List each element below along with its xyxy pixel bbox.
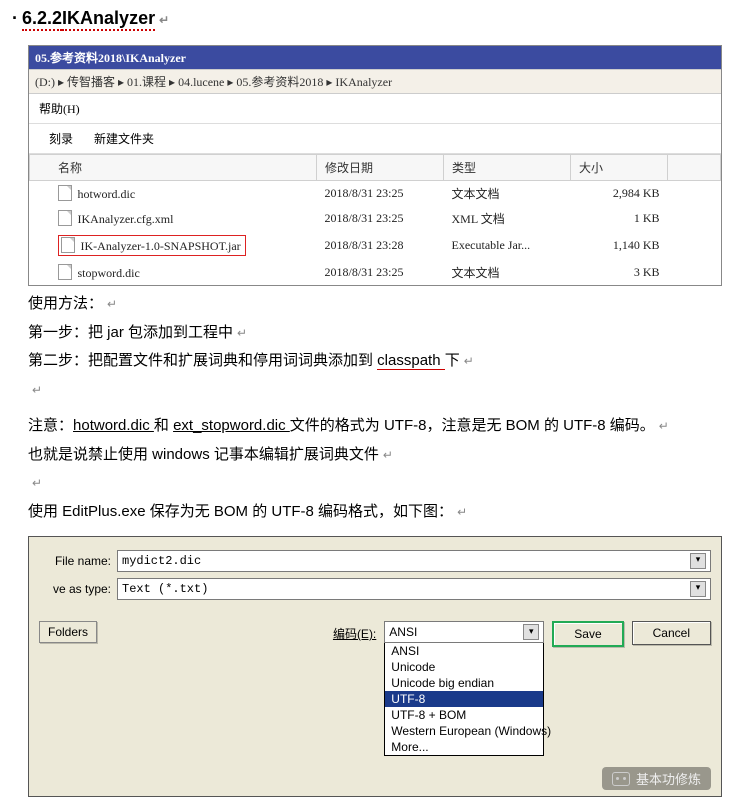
window-title-bar: 05.参考资料2018\IKAnalyzer <box>29 46 721 69</box>
text-line: 第二步：把配置文件和扩展词典和停用词词典添加到 <box>28 352 377 369</box>
file-icon <box>61 237 75 253</box>
encoding-option[interactable]: Unicode <box>385 659 543 675</box>
encoding-select[interactable]: ANSI ▾ <box>384 621 544 643</box>
dropdown-arrow-icon[interactable]: ▾ <box>690 553 706 569</box>
save-button[interactable]: Save <box>552 621 623 647</box>
paragraph-mark-icon: ↵ <box>107 297 117 311</box>
save-as-type-select[interactable]: Text (*.txt) ▾ <box>117 578 711 600</box>
section-heading: ·6.2.2IKAnalyzer ↵ <box>0 0 741 35</box>
encoding-option[interactable]: UTF-8 <box>385 691 543 707</box>
paragraph-mark-icon: ↵ <box>659 419 669 433</box>
table-row[interactable]: hotword.dic 2018/8/31 23:25文本文档2,984 KB <box>30 181 721 207</box>
underlined-word: ext_stopword.dic <box>173 417 290 434</box>
file-type: 文本文档 <box>444 181 571 207</box>
file-name: stopword.dic <box>78 266 140 280</box>
text-line: 使用方法： <box>28 295 103 312</box>
filename-input[interactable]: mydict2.dic ▾ <box>117 550 711 572</box>
file-type: Executable Jar... <box>444 231 571 260</box>
underlined-word: classpath <box>377 352 445 370</box>
file-date: 2018/8/31 23:28 <box>317 231 444 260</box>
filename-label: File name: <box>39 554 117 568</box>
text-line: 和 <box>154 417 173 434</box>
file-name: IKAnalyzer.cfg.xml <box>78 212 174 226</box>
table-row[interactable]: IKAnalyzer.cfg.xml 2018/8/31 23:25XML 文档1… <box>30 206 721 231</box>
instructions-block-2: 注意：hotword.dic 和 ext_stopword.dic 文件的格式为… <box>0 408 741 530</box>
paragraph-mark-icon: ↵ <box>32 383 42 397</box>
file-size: 2,984 KB <box>571 181 668 207</box>
file-name: hotword.dic <box>78 187 136 201</box>
paragraph-mark-icon: ↵ <box>237 326 247 340</box>
text-line: 也就是说禁止使用 windows 记事本编辑扩展词典文件 <box>28 446 379 463</box>
file-date: 2018/8/31 23:25 <box>317 181 444 207</box>
watermark-text: 基本功修炼 <box>636 769 701 788</box>
save-as-type-value: Text (*.txt) <box>122 582 208 596</box>
table-row[interactable]: IK-Analyzer-1.0-SNAPSHOT.jar 2018/8/31 23… <box>30 231 721 260</box>
column-name[interactable]: 名称 <box>30 155 317 181</box>
file-icon <box>58 185 72 201</box>
dropdown-arrow-icon[interactable]: ▾ <box>690 581 706 597</box>
file-size: 1,140 KB <box>571 231 668 260</box>
paragraph-mark-icon: ↵ <box>159 13 169 27</box>
file-size: 1 KB <box>571 206 668 231</box>
file-list-table: 名称 修改日期 类型 大小 hotword.dic 2018/8/31 23:25… <box>29 154 721 285</box>
file-explorer-window: 05.参考资料2018\IKAnalyzer (D:) ▸ 传智播客 ▸ 01.… <box>28 45 722 286</box>
address-bar[interactable]: (D:) ▸ 传智播客 ▸ 01.课程 ▸ 04.lucene ▸ 05.参考资… <box>29 69 721 94</box>
text-line: 使用 EditPlus.exe 保存为无 BOM 的 UTF-8 编码格式，如下… <box>28 503 453 520</box>
menu-bar: 帮助(H) <box>29 94 721 124</box>
watermark: 基本功修炼 <box>602 767 711 790</box>
encoding-value: ANSI <box>389 625 417 639</box>
file-date: 2018/8/31 23:25 <box>317 260 444 285</box>
text-line: 注意： <box>28 417 73 434</box>
dropdown-arrow-icon[interactable]: ▾ <box>523 624 539 640</box>
new-folder-button[interactable]: 新建文件夹 <box>94 132 154 146</box>
file-type: 文本文档 <box>444 260 571 285</box>
filename-row: File name: mydict2.dic ▾ <box>29 547 721 575</box>
text-line: 下 <box>445 352 460 369</box>
file-date: 2018/8/31 23:25 <box>317 206 444 231</box>
paragraph-mark-icon: ↵ <box>383 448 393 462</box>
toolbar: 刻录 新建文件夹 <box>29 124 721 154</box>
help-menu[interactable]: 帮助(H) <box>39 102 80 116</box>
paragraph-mark-icon: ↵ <box>464 354 474 368</box>
cancel-button[interactable]: Cancel <box>632 621 711 645</box>
text-line: 文件的格式为 UTF-8，注意是无 BOM 的 UTF-8 编码。 <box>290 417 655 434</box>
column-size[interactable]: 大小 <box>571 155 668 181</box>
encoding-option[interactable]: Unicode big endian <box>385 675 543 691</box>
file-icon <box>58 264 72 280</box>
encoding-option[interactable]: UTF-8 + BOM <box>385 707 543 723</box>
encoding-option[interactable]: Western European (Windows) <box>385 723 543 739</box>
dialog-controls-row: Folders 编码(E): ANSI ▾ ANSIUnicodeUnicode… <box>29 603 721 756</box>
section-number: 6.2.2 <box>22 8 62 31</box>
wechat-icon <box>612 772 630 786</box>
file-size: 3 KB <box>571 260 668 285</box>
paragraph-mark-icon: ↵ <box>32 476 42 490</box>
encoding-column: ANSI ▾ ANSIUnicodeUnicode big endianUTF-… <box>384 621 544 756</box>
burn-button[interactable]: 刻录 <box>49 132 73 146</box>
file-name: IK-Analyzer-1.0-SNAPSHOT.jar <box>81 239 241 253</box>
paragraph-mark-icon: ↵ <box>457 505 467 519</box>
table-row[interactable]: stopword.dic 2018/8/31 23:25文本文档3 KB <box>30 260 721 285</box>
column-type[interactable]: 类型 <box>444 155 571 181</box>
filename-value: mydict2.dic <box>122 554 201 568</box>
file-list-header: 名称 修改日期 类型 大小 <box>30 155 721 181</box>
encoding-dropdown-list: ANSIUnicodeUnicode big endianUTF-8UTF-8 … <box>384 643 544 756</box>
folders-button[interactable]: Folders <box>39 621 97 643</box>
instructions-block-1: 使用方法： ↵ 第一步：把 jar 包添加到工程中 ↵ 第二步：把配置文件和扩展词典… <box>0 286 741 408</box>
column-spacer <box>668 155 721 181</box>
file-icon <box>58 210 72 226</box>
encoding-option[interactable]: ANSI <box>385 643 543 659</box>
save-as-type-label: ve as type: <box>39 582 117 596</box>
underlined-word: hotword.dic <box>73 417 154 434</box>
encoding-label: 编码(E): <box>333 621 376 642</box>
section-title: IKAnalyzer <box>62 8 155 31</box>
bullet: · <box>12 8 18 28</box>
column-date[interactable]: 修改日期 <box>317 155 444 181</box>
text-line: 第一步：把 jar 包添加到工程中 <box>28 324 233 341</box>
save-as-type-row: ve as type: Text (*.txt) ▾ <box>29 575 721 603</box>
file-type: XML 文档 <box>444 206 571 231</box>
encoding-area: 编码(E): ANSI ▾ ANSIUnicodeUnicode big end… <box>333 621 711 756</box>
save-as-dialog: File name: mydict2.dic ▾ ve as type: Tex… <box>28 536 722 797</box>
